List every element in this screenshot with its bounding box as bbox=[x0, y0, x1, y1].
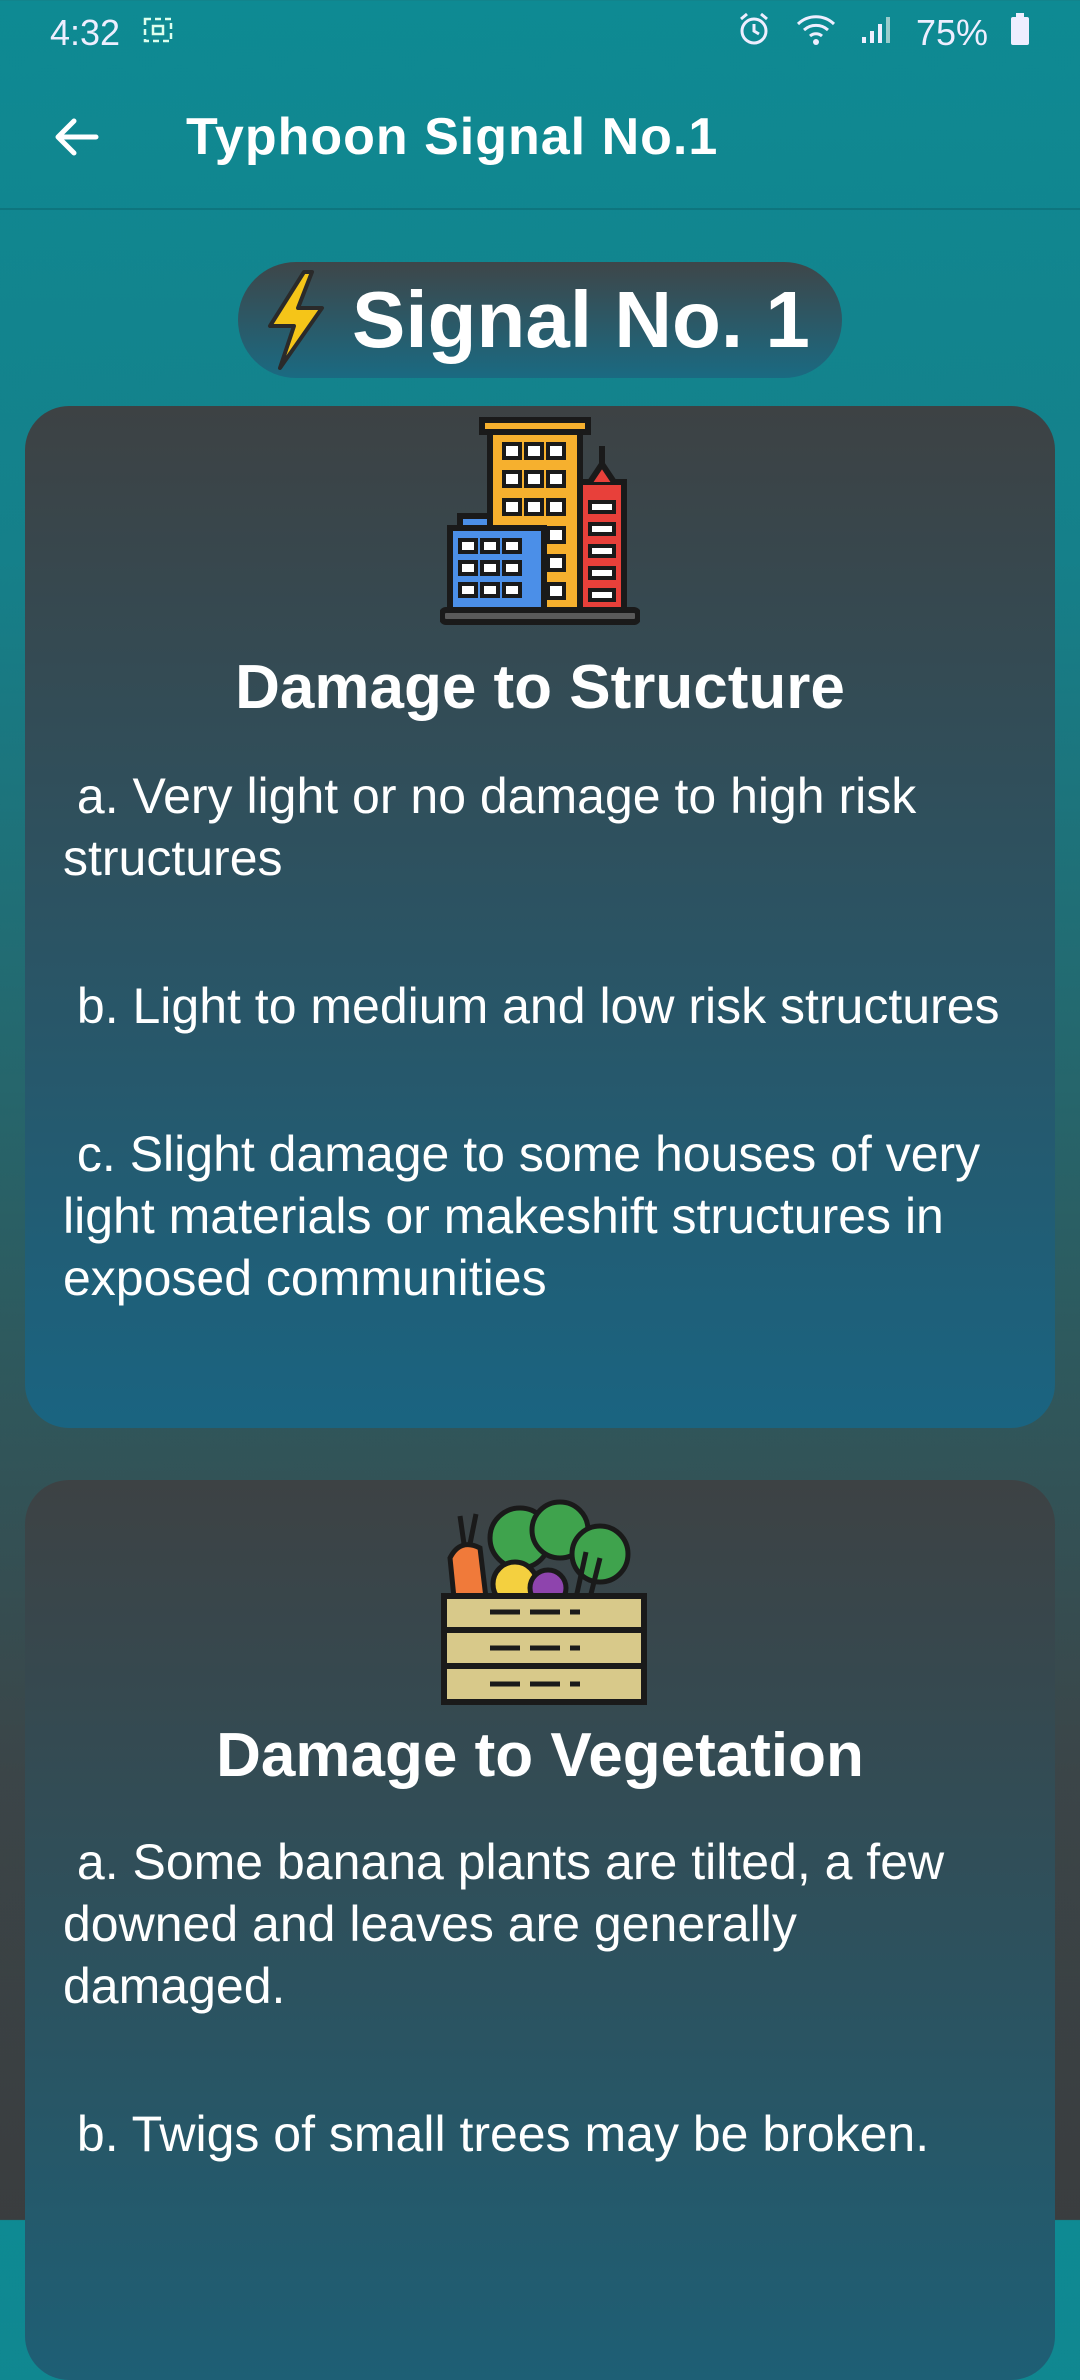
status-bar: 4:32 75% bbox=[0, 0, 1080, 66]
signal-label: Signal No. 1 bbox=[352, 275, 810, 364]
screenshot-icon bbox=[142, 12, 174, 54]
back-button[interactable] bbox=[40, 101, 112, 173]
wifi-icon bbox=[794, 12, 838, 55]
signal-badge: Signal No. 1 bbox=[238, 262, 842, 378]
lightning-bolt-icon bbox=[268, 270, 324, 370]
structure-item-c: c. Slight damage to some houses of very … bbox=[63, 1126, 995, 1306]
structure-item-b: b. Light to medium and low risk structur… bbox=[63, 978, 1000, 1034]
structure-item-a: a. Very light or no damage to high risk … bbox=[63, 768, 931, 886]
structure-heading: Damage to Structure bbox=[235, 653, 845, 722]
battery-icon bbox=[1010, 12, 1030, 55]
back-arrow-icon bbox=[55, 118, 99, 156]
vegetable-crate-icon bbox=[441, 1499, 647, 1705]
vegetation-item-b: b. Twigs of small trees may be broken. bbox=[63, 2106, 930, 2162]
vegetation-item-a: a. Some banana plants are tilted, a few … bbox=[63, 1834, 959, 2014]
vegetation-damage-card: Damage to Vegetation a. Some banana plan… bbox=[25, 1480, 1055, 2380]
status-time: 4:32 bbox=[50, 12, 121, 53]
vegetation-heading: Damage to Vegetation bbox=[216, 1721, 864, 1790]
buildings-icon bbox=[440, 417, 640, 625]
alarm-icon bbox=[736, 11, 772, 56]
app-bar: Typhoon Signal No.1 bbox=[0, 66, 1080, 210]
signal-strength-icon bbox=[860, 12, 894, 54]
structure-damage-card: Damage to Structure a. Very light or no … bbox=[25, 406, 1055, 1428]
battery-level: 75% bbox=[915, 12, 988, 53]
page-title: Typhoon Signal No.1 bbox=[186, 108, 719, 166]
